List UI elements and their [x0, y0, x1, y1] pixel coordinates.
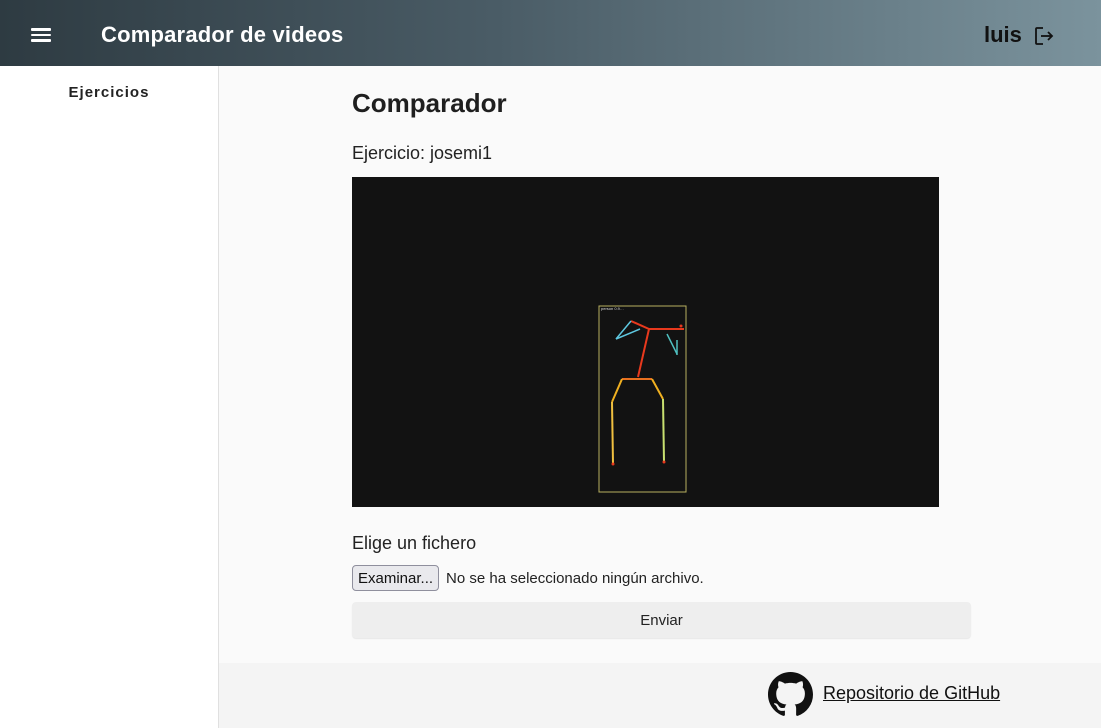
submit-button[interactable]: Enviar: [352, 602, 971, 638]
bbox-caption: person 0.9…: [601, 306, 624, 311]
github-icon[interactable]: [768, 672, 813, 717]
github-repo-link[interactable]: Repositorio de GitHub: [823, 683, 1000, 704]
main-content: Comparador Ejercicio: josemi1 person 0.9…: [219, 66, 1101, 663]
footer: Repositorio de GitHub: [219, 663, 1101, 728]
top-app-bar: Comparador de videos luis: [0, 0, 1101, 66]
browse-file-button[interactable]: Examinar...: [352, 565, 440, 591]
no-file-selected-text: No se ha seleccionado ningún archivo.: [446, 569, 704, 587]
file-label: Elige un fichero: [352, 533, 477, 553]
hamburger-menu-icon[interactable]: [28, 25, 54, 49]
exercise-name: josemi1: [430, 143, 493, 163]
logout-icon[interactable]: [1034, 26, 1056, 46]
video-player[interactable]: person 0.9…: [352, 177, 939, 507]
file-input: Examinar... No se ha seleccionado ningún…: [352, 565, 704, 591]
exercise-info: Ejercicio: josemi1: [352, 143, 492, 164]
sidebar: Ejercicios: [0, 66, 219, 728]
app-title: Comparador de videos: [101, 22, 344, 47]
exercise-label: Ejercicio:: [352, 143, 426, 163]
user-name: luis: [984, 22, 1022, 47]
pose-skeleton-frame: person 0.9…: [598, 305, 687, 493]
page-title: Comparador: [352, 88, 507, 118]
sidebar-item-ejercicios[interactable]: Ejercicios: [0, 84, 218, 108]
